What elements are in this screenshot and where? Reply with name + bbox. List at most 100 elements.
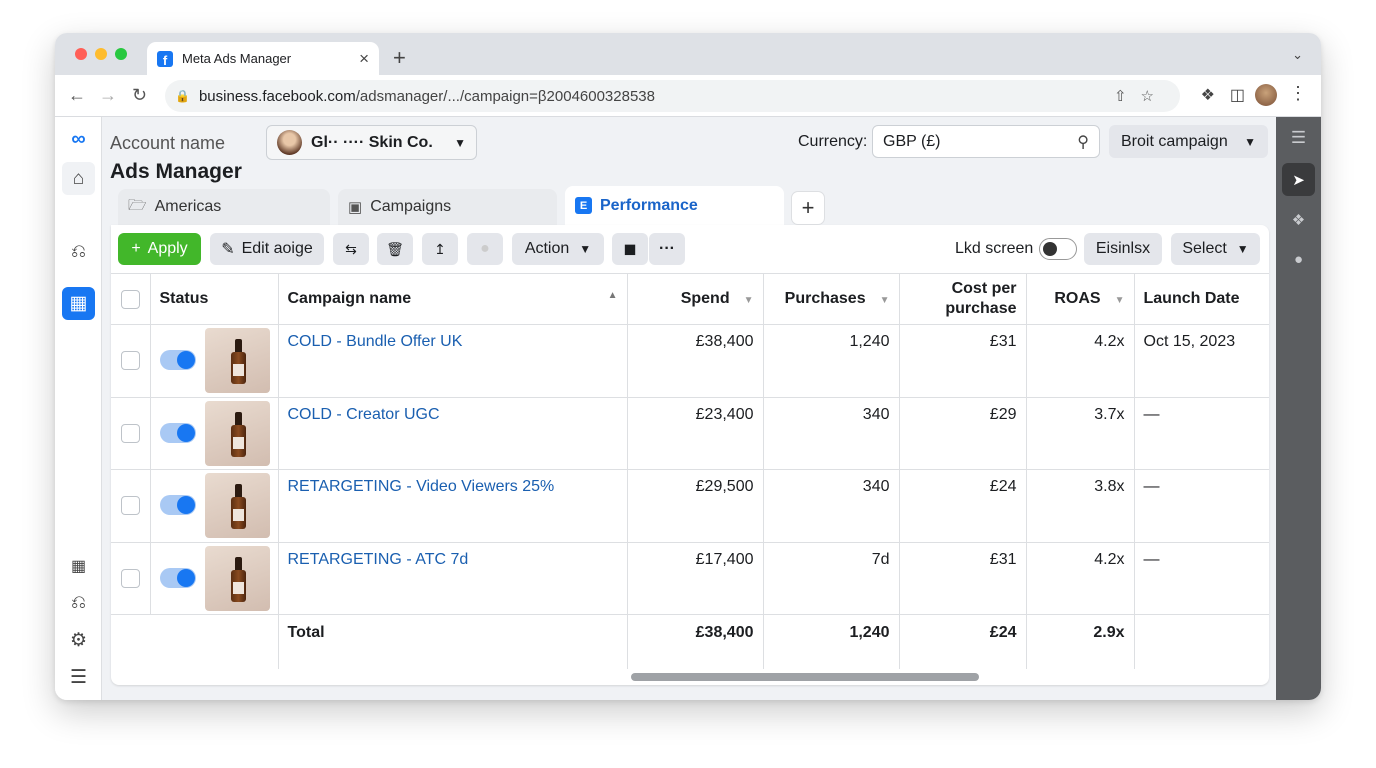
serum-bottle-thumbnail[interactable] xyxy=(204,400,270,466)
action-label: Action xyxy=(524,240,570,257)
search-icon[interactable]: ⚲ xyxy=(1077,132,1089,152)
sort-icon[interactable]: ▼ xyxy=(880,295,890,306)
column-roas[interactable]: ROAS ▼ xyxy=(1026,273,1135,325)
column-campaign-name[interactable]: Campaign name ▲ xyxy=(278,273,628,325)
stop-icon[interactable]: ◼ xyxy=(612,233,648,265)
serum-bottle-thumbnail[interactable] xyxy=(204,328,270,393)
cost-per-purchase-cell: £31 xyxy=(899,542,1027,615)
row-checkbox[interactable] xyxy=(120,423,140,443)
account-name: Gl·· ···· Skin Co. xyxy=(311,133,433,151)
launch-date-cell: — xyxy=(1134,397,1269,470)
forward-button[interactable]: → xyxy=(99,85,117,106)
rocket-icon[interactable]: ➤ xyxy=(1282,163,1315,196)
row-checkbox[interactable] xyxy=(120,351,140,371)
meta-logo-icon[interactable]: ∞ xyxy=(62,123,95,156)
launch-date-cell: — xyxy=(1134,469,1269,543)
row-checkbox[interactable] xyxy=(120,568,140,588)
calendar-icon[interactable]: ▦ xyxy=(62,549,95,582)
bottle-image xyxy=(230,484,246,529)
lkd-screen-toggle[interactable] xyxy=(1039,238,1077,260)
sort-icon[interactable]: ▼ xyxy=(1115,295,1125,306)
horizontal-scrollbar[interactable] xyxy=(631,673,979,681)
spend-cell: £23,400 xyxy=(627,397,764,470)
select-dropdown[interactable]: Select ▼ xyxy=(1171,233,1260,265)
more-options-icon[interactable]: ··· xyxy=(649,233,685,265)
campaign-status-toggle[interactable] xyxy=(159,495,196,515)
campaign-name-link[interactable]: COLD - Creator UGC xyxy=(288,406,440,423)
purchases-cell: 1,240 xyxy=(763,324,900,398)
extensions-icon[interactable]: ❖ xyxy=(1201,85,1215,105)
minimize-window-button[interactable] xyxy=(95,48,107,60)
campaign-name-link[interactable]: RETARGETING - Video Viewers 25% xyxy=(288,478,555,495)
total-purchases: 1,240 xyxy=(763,614,900,669)
currency-search-input[interactable]: GBP (£) ⚲ xyxy=(872,125,1100,158)
sort-icon[interactable]: ▼ xyxy=(744,295,754,306)
row-checkbox-cell[interactable] xyxy=(111,397,151,470)
disabled-tag-icon[interactable]: ● xyxy=(467,233,503,265)
select-all-checkbox-cell[interactable] xyxy=(111,273,151,325)
ads-reporting-icon[interactable]: ▦ xyxy=(62,287,95,320)
trash-icon[interactable]: 🗑 xyxy=(377,233,413,265)
column-spend[interactable]: Spend ▼ xyxy=(627,273,764,325)
campaign-name-link[interactable]: COLD - Bundle Offer UK xyxy=(288,333,463,350)
puzzle-icon[interactable]: ❖ xyxy=(1282,203,1315,236)
browser-tab[interactable]: f Meta Ads Manager × xyxy=(147,42,379,75)
upload-icon[interactable]: ↥ xyxy=(422,233,458,265)
new-tab-button[interactable]: + xyxy=(393,45,406,71)
address-bar[interactable]: 🔒 business.facebook.com /adsmanager/.../… xyxy=(165,80,1180,112)
campaign-status-toggle[interactable] xyxy=(159,422,196,443)
tab-search-chevron-icon[interactable]: ⌄ xyxy=(1292,47,1303,63)
action-dropdown[interactable]: Action ▼ xyxy=(512,233,604,265)
row-checkbox-cell[interactable] xyxy=(111,542,151,615)
browser-toolbar: ← → ↻ 🔒 business.facebook.com /adsmanage… xyxy=(55,75,1321,117)
browser-menu-icon[interactable]: ⋮ xyxy=(1289,83,1307,104)
account-selector[interactable]: Gl·· ···· Skin Co. ▼ xyxy=(266,125,477,160)
share-bookmark-icons[interactable]: ⇧☆ xyxy=(1114,87,1168,105)
apply-button[interactable]: + Apply xyxy=(118,233,201,265)
export-button[interactable]: Eisinlsx xyxy=(1084,233,1162,265)
campaign-status-toggle[interactable] xyxy=(159,567,196,588)
campaign-dropdown[interactable]: Broit campaign ▼ xyxy=(1109,125,1268,158)
tab-americas[interactable]: 🗁 Americas xyxy=(118,189,330,225)
notifications-icon[interactable]: ⎌ xyxy=(62,235,95,268)
row-checkbox-cell[interactable] xyxy=(111,469,151,543)
profile-avatar[interactable] xyxy=(1255,84,1277,106)
row-checkbox[interactable] xyxy=(120,496,140,516)
maximize-window-button[interactable] xyxy=(115,48,127,60)
sidebar-toggle-icon[interactable]: ◫ xyxy=(1230,85,1245,105)
info-icon[interactable]: ● xyxy=(1282,243,1315,276)
reload-button[interactable]: ↻ xyxy=(132,85,147,106)
home-icon[interactable]: ⌂ xyxy=(62,162,95,195)
sort-ascending-icon[interactable]: ▲ xyxy=(608,290,618,301)
status-cell xyxy=(150,542,279,615)
add-tab-button[interactable]: + xyxy=(791,191,825,225)
column-purchases[interactable]: Purchases ▼ xyxy=(763,273,900,325)
hamburger-menu-icon[interactable]: ☰ xyxy=(1282,121,1315,154)
serum-bottle-thumbnail[interactable] xyxy=(204,545,270,611)
edit-button[interactable]: ✎ Edit aoige xyxy=(210,233,324,265)
campaign-name-link[interactable]: RETARGETING - ATC 7d xyxy=(288,551,469,568)
column-status[interactable]: Status xyxy=(150,273,279,325)
menu-icon[interactable]: ☰ xyxy=(62,661,95,694)
close-tab-icon[interactable]: × xyxy=(359,49,369,69)
table-row[interactable]: RETARGETING - ATC 7d £17,400 7d £31 4.2x… xyxy=(111,542,1269,615)
table-row[interactable]: COLD - Creator UGC £23,400 340 £29 3.7x … xyxy=(111,397,1269,470)
back-button[interactable]: ← xyxy=(68,85,86,106)
table-row[interactable]: RETARGETING - Video Viewers 25% £29,500 … xyxy=(111,469,1269,543)
status-cell xyxy=(150,469,279,543)
serum-bottle-thumbnail[interactable] xyxy=(204,473,270,538)
select-label: Select xyxy=(1182,240,1227,257)
column-cost-per-purchase[interactable]: Cost per purchase xyxy=(899,273,1027,325)
campaign-status-toggle[interactable] xyxy=(159,350,196,370)
tab-performance[interactable]: E Performance xyxy=(565,186,784,225)
bell-icon[interactable]: ⎌ xyxy=(62,586,95,619)
row-checkbox-cell[interactable] xyxy=(111,324,151,398)
select-all-checkbox[interactable] xyxy=(120,289,140,309)
settings-gear-icon[interactable]: ⚙ xyxy=(62,624,95,657)
table-row[interactable]: COLD - Bundle Offer UK £38,400 1,240 £31… xyxy=(111,324,1269,398)
duplicate-icon[interactable]: ⇆ xyxy=(333,233,369,265)
column-launch-date[interactable]: Launch Date xyxy=(1134,273,1269,325)
tab-campaigns[interactable]: ▣ Campaigns xyxy=(338,189,557,225)
caret-down-icon: ▼ xyxy=(1244,134,1256,149)
close-window-button[interactable] xyxy=(75,48,87,60)
